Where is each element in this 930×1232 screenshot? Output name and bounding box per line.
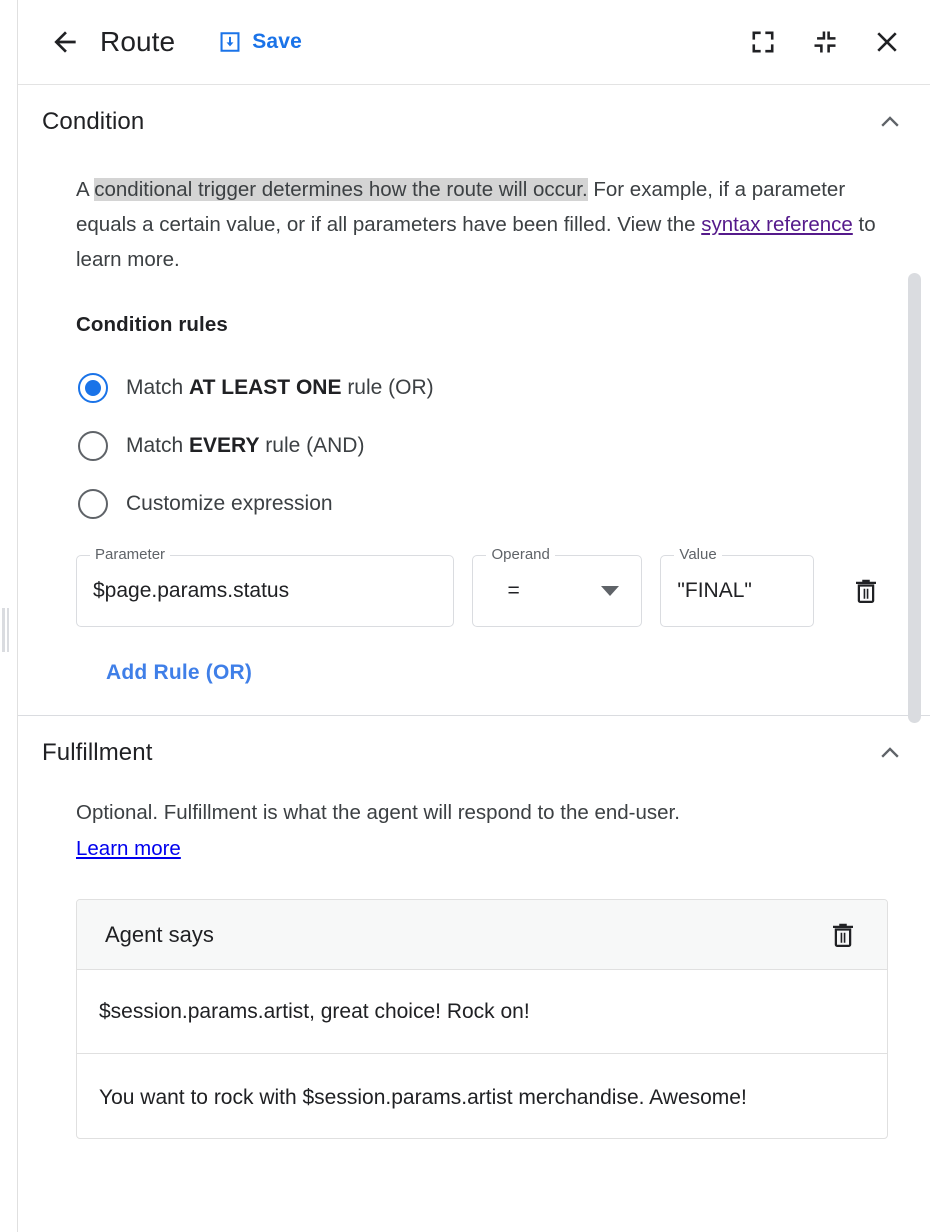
save-icon — [217, 29, 243, 55]
panel-resize-handle[interactable] — [2, 608, 9, 652]
syntax-reference-link[interactable]: syntax reference — [701, 213, 853, 236]
panel-left-rail — [0, 0, 18, 1232]
condition-collapse-toggle[interactable] — [876, 108, 904, 136]
condition-body: A conditional trigger determines how the… — [18, 144, 930, 715]
arrow-left-icon — [49, 26, 81, 58]
value-field-value: "FINAL" — [677, 579, 751, 603]
value-field-label: Value — [674, 546, 721, 564]
collapse-panel-button[interactable] — [802, 19, 848, 65]
fulfillment-title: Fulfillment — [42, 739, 152, 767]
close-icon — [872, 27, 902, 57]
close-button[interactable] — [864, 19, 910, 65]
fullscreen-icon — [749, 28, 777, 56]
condition-description: A conditional trigger determines how the… — [76, 172, 890, 277]
radio-suffix: rule (OR) — [341, 376, 433, 399]
agent-says-card: Agent says $session.params.artist, great… — [76, 899, 888, 1139]
operand-select[interactable]: Operand = — [472, 555, 642, 627]
scrollbar-thumb[interactable] — [908, 273, 921, 723]
radio-prefix: Customize expression — [126, 492, 333, 515]
radio-option-match-every[interactable]: Match EVERY rule (AND) — [76, 417, 890, 475]
fulfillment-section: Fulfillment Optional. Fulfillment is wha… — [18, 716, 930, 1139]
condition-rule-row: Parameter $page.params.status Operand = … — [76, 555, 890, 627]
operand-selected-value: = — [507, 579, 519, 603]
fulfillment-description-text: Optional. Fulfillment is what the agent … — [76, 801, 680, 824]
route-panel: Route Save — [0, 0, 930, 1232]
radio-suffix: rule (AND) — [259, 434, 364, 457]
radio-option-customize-expression[interactable]: Customize expression — [76, 475, 890, 533]
radio-prefix: Match — [126, 376, 189, 399]
add-rule-button[interactable]: Add Rule (OR) — [106, 661, 252, 685]
condition-section: Condition A conditional trigger determin… — [18, 85, 930, 715]
parameter-field-label: Parameter — [90, 546, 170, 564]
parameter-field[interactable]: Parameter $page.params.status — [76, 555, 454, 627]
radio-option-label: Match AT LEAST ONE rule (OR) — [126, 376, 434, 400]
description-lead: A — [76, 178, 94, 201]
panel-scroll-body[interactable]: Condition A conditional trigger determin… — [18, 85, 930, 1232]
radio-option-label: Match EVERY rule (AND) — [126, 434, 364, 458]
radio-indicator[interactable] — [78, 489, 108, 519]
chevron-up-icon — [876, 739, 904, 767]
delete-agent-says-button[interactable] — [821, 913, 865, 957]
description-highlighted-text: conditional trigger determines how the r… — [94, 178, 587, 201]
panel-header: Route Save — [18, 0, 930, 85]
back-button[interactable] — [44, 21, 86, 63]
agent-says-title: Agent says — [105, 922, 214, 948]
learn-more-link[interactable]: Learn more — [76, 837, 181, 860]
trash-icon — [851, 575, 881, 607]
collapse-icon — [811, 28, 839, 56]
radio-strong: EVERY — [189, 434, 259, 457]
chevron-down-icon — [601, 586, 619, 596]
condition-rules-radio-group: Match AT LEAST ONE rule (OR) Match EVERY… — [76, 359, 890, 533]
scrollbar-track[interactable] — [912, 90, 926, 750]
radio-option-label: Customize expression — [126, 492, 333, 516]
fulfillment-description: Optional. Fulfillment is what the agent … — [76, 795, 890, 867]
resize-grip-bar — [2, 608, 5, 652]
fulfillment-section-header[interactable]: Fulfillment — [18, 716, 930, 775]
radio-indicator[interactable] — [78, 431, 108, 461]
condition-section-header[interactable]: Condition — [18, 85, 930, 144]
save-label: Save — [252, 30, 302, 54]
radio-option-match-at-least-one[interactable]: Match AT LEAST ONE rule (OR) — [76, 359, 890, 417]
agent-says-card-header: Agent says — [77, 900, 887, 970]
parameter-field-value: $page.params.status — [93, 579, 289, 603]
radio-prefix: Match — [126, 434, 189, 457]
value-field[interactable]: Value "FINAL" — [660, 555, 813, 627]
radio-strong: AT LEAST ONE — [189, 376, 341, 399]
fulfillment-body: Optional. Fulfillment is what the agent … — [18, 775, 930, 1139]
save-button[interactable]: Save — [217, 29, 302, 55]
condition-rules-label: Condition rules — [76, 313, 890, 337]
delete-rule-button[interactable] — [842, 555, 890, 627]
page-title: Route — [100, 26, 175, 58]
condition-title: Condition — [42, 108, 144, 136]
agent-message-row[interactable]: You want to rock with $session.params.ar… — [77, 1054, 887, 1138]
radio-indicator[interactable] — [78, 373, 108, 403]
agent-message-row[interactable]: $session.params.artist, great choice! Ro… — [77, 970, 887, 1054]
fulfillment-collapse-toggle[interactable] — [876, 739, 904, 767]
operand-field-label: Operand — [486, 546, 554, 564]
trash-icon — [828, 919, 858, 951]
chevron-up-icon — [876, 108, 904, 136]
resize-grip-bar — [7, 608, 10, 652]
expand-panel-button[interactable] — [740, 19, 786, 65]
